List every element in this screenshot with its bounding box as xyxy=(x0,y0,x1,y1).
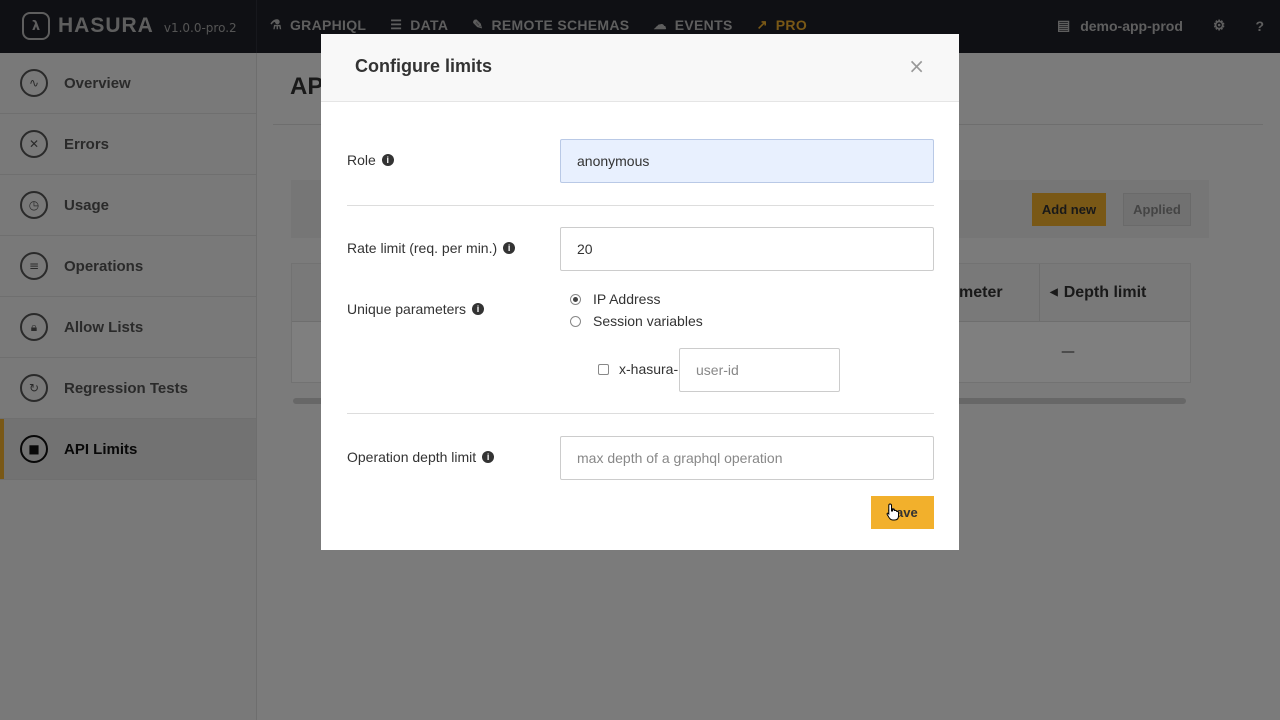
hand-cursor-icon xyxy=(886,503,899,521)
depth-limit-placeholder: max depth of a graphql operation xyxy=(577,450,783,466)
divider xyxy=(347,413,934,414)
radio-button-checked[interactable] xyxy=(570,293,581,305)
rate-limit-value: 20 xyxy=(577,241,593,257)
role-label: Role i xyxy=(347,152,394,168)
header-checkbox[interactable] xyxy=(598,363,609,375)
info-icon[interactable]: i xyxy=(472,303,485,315)
rate-limit-label-text: Rate limit (req. per min.) xyxy=(347,240,498,256)
modal-title: Configure limits xyxy=(355,56,493,76)
radio-button[interactable] xyxy=(570,315,581,327)
unique-parameters-label: Unique parameters i xyxy=(347,301,485,317)
rate-limit-input[interactable]: 20 xyxy=(560,227,934,271)
role-label-text: Role xyxy=(347,152,376,168)
info-icon[interactable]: i xyxy=(381,154,394,166)
radio-session-variables[interactable]: Session variables xyxy=(570,313,703,329)
role-value: anonymous xyxy=(577,153,650,169)
depth-limit-label-text: Operation depth limit xyxy=(347,449,477,465)
header-prefix: x-hasura- xyxy=(619,361,679,377)
close-icon[interactable]: × xyxy=(908,54,925,78)
configure-limits-modal: Configure limits × Role i anonymous Rate… xyxy=(321,34,959,550)
info-icon[interactable]: i xyxy=(482,451,495,463)
save-button[interactable]: Save xyxy=(871,496,934,529)
radio-label: Session variables xyxy=(593,313,703,329)
modal-header: Configure limits × xyxy=(321,34,959,102)
radio-label: IP Address xyxy=(593,291,661,307)
info-icon[interactable]: i xyxy=(503,242,516,254)
depth-limit-label: Operation depth limit i xyxy=(347,449,495,465)
rate-limit-label: Rate limit (req. per min.) i xyxy=(347,240,516,256)
depth-limit-input[interactable]: max depth of a graphql operation xyxy=(560,436,934,480)
unique-parameters-label-text: Unique parameters xyxy=(347,301,467,317)
divider xyxy=(347,205,934,206)
role-field[interactable]: anonymous xyxy=(560,139,934,183)
session-variable-input[interactable]: user-id xyxy=(679,348,840,392)
radio-ip-address[interactable]: IP Address xyxy=(570,291,660,307)
session-variable-placeholder: user-id xyxy=(696,362,739,378)
session-header-row: x-hasura- xyxy=(598,361,678,377)
